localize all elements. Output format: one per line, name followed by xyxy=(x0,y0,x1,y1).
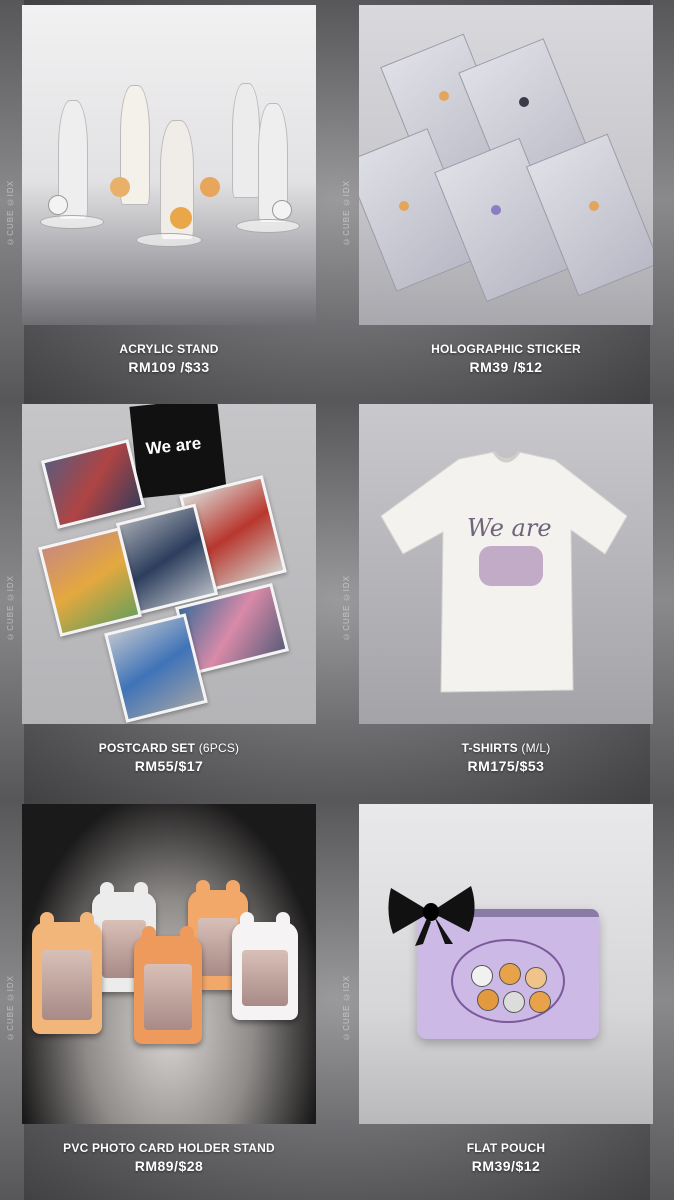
product-card-pvc-photo-card-holder-stand[interactable]: PVC PHOTO CARD HOLDER STAND RM89/$28 xyxy=(22,804,316,1174)
product-price: RM39 /$12 xyxy=(469,359,543,375)
sticker-icon xyxy=(439,91,449,101)
product-label: PVC PHOTO CARD HOLDER STAND RM89/$28 xyxy=(22,1141,316,1174)
product-name: POSTCARD SET (6PCS) xyxy=(98,741,240,755)
mascot-icon xyxy=(200,177,220,197)
watermark: ©CUBE ©IDX xyxy=(342,180,351,246)
watermark: ©CUBE ©IDX xyxy=(6,575,15,641)
product-photo xyxy=(359,5,653,325)
tshirt-print-text: We are xyxy=(467,514,552,542)
product-card-flat-pouch[interactable]: FLAT POUCH RM39/$12 xyxy=(359,804,653,1174)
product-photo xyxy=(22,804,316,1124)
mascot-icon xyxy=(48,195,68,215)
photo-card-holder xyxy=(232,912,298,1020)
sticker-icon xyxy=(589,201,599,211)
postcard xyxy=(40,439,146,529)
product-card-postcard-set[interactable]: We are POSTCARD SET (6PCS) RM55/$17 xyxy=(22,404,316,774)
mascot-icon xyxy=(272,200,292,220)
watermark: ©CUBE ©IDX xyxy=(6,180,15,246)
acrylic-base xyxy=(136,233,202,247)
product-label: T-SHIRTS (M/L) RM175/$53 xyxy=(359,741,653,774)
product-name: ACRYLIC STAND xyxy=(119,342,219,356)
acrylic-base xyxy=(40,215,104,229)
product-photo xyxy=(22,5,316,325)
product-label: FLAT POUCH RM39/$12 xyxy=(359,1141,653,1174)
postcard-cover: We are xyxy=(129,404,227,499)
mascot-icon xyxy=(477,989,499,1011)
product-price: RM89/$28 xyxy=(134,1158,204,1174)
product-card-t-shirts[interactable]: We are T-SHIRTS (M/L) RM175/$53 xyxy=(359,404,653,774)
mascot-icon xyxy=(529,991,551,1013)
product-name: PVC PHOTO CARD HOLDER STAND xyxy=(63,1141,275,1155)
postcard-cover-text: We are xyxy=(144,433,203,459)
product-photo xyxy=(359,804,653,1124)
product-card-holographic-sticker[interactable]: HOLOGRAPHIC STICKER RM39 /$12 xyxy=(359,5,653,375)
bow-icon xyxy=(388,886,475,946)
product-name: HOLOGRAPHIC STICKER xyxy=(431,342,581,356)
sticker-icon xyxy=(399,201,409,211)
mascot-icon xyxy=(471,965,493,987)
acrylic-figure xyxy=(232,83,260,198)
mascot-icon xyxy=(170,207,192,229)
watermark: ©CUBE ©IDX xyxy=(6,975,15,1041)
product-price: RM175/$53 xyxy=(467,758,545,774)
mascot-icon xyxy=(499,963,521,985)
product-price: RM39/$12 xyxy=(471,1158,541,1174)
sticker-icon xyxy=(491,205,501,215)
photo-card-holder xyxy=(32,912,102,1034)
product-price: RM55/$17 xyxy=(134,758,204,774)
watermark: ©CUBE ©IDX xyxy=(342,975,351,1041)
product-photo: We are xyxy=(22,404,316,724)
product-label: POSTCARD SET (6PCS) RM55/$17 xyxy=(22,741,316,774)
mascot-icon xyxy=(525,967,547,989)
product-photo: We are xyxy=(359,404,653,724)
product-name: FLAT POUCH xyxy=(466,1141,546,1155)
sticker-icon xyxy=(519,97,529,107)
watermark: ©CUBE ©IDX xyxy=(342,575,351,641)
product-name: T-SHIRTS (M/L) xyxy=(461,741,551,755)
product-card-acrylic-stand[interactable]: ACRYLIC STAND RM109 /$33 xyxy=(22,5,316,375)
acrylic-base xyxy=(236,219,300,233)
mascot-icon xyxy=(110,177,130,197)
product-price: RM109 /$33 xyxy=(128,359,210,375)
product-label: ACRYLIC STAND RM109 /$33 xyxy=(22,342,316,375)
product-label: HOLOGRAPHIC STICKER RM39 /$12 xyxy=(359,342,653,375)
tshirt-print-graphic xyxy=(479,546,543,586)
mascot-icon xyxy=(503,991,525,1013)
photo-card-holder xyxy=(134,926,202,1044)
